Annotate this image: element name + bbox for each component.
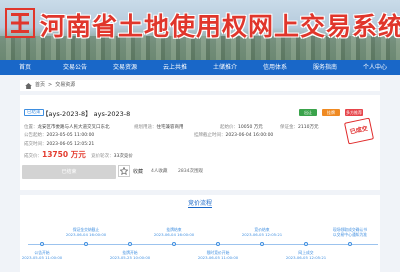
ended-button[interactable]: 已结束 xyxy=(22,165,116,179)
announce-start-field: 公告起始：2023-05-05 11:00:00 xyxy=(24,133,95,138)
process-step: 保证金交纳截止 2023-06-04 16:00:00 xyxy=(64,227,108,237)
site-logo-icon xyxy=(5,8,35,38)
nav-item-cloud-promotion[interactable]: 云上共推 xyxy=(150,60,200,75)
favorite-button[interactable] xyxy=(118,165,130,177)
process-step-dot xyxy=(348,242,352,246)
breadcrumb-separator: > xyxy=(48,82,53,88)
deal-stamp: 已成交 xyxy=(343,117,375,145)
process-step: 现场领取成交确认书 以交易中心通知为准 xyxy=(328,227,372,237)
process-step-dot xyxy=(304,242,308,246)
process-title-underline xyxy=(188,207,212,208)
process-step: 挂牌结束 2023-06-04 16:00:00 xyxy=(152,227,196,237)
listing-end-field: 挂牌截止时间：2023-06-04 16:00:00 xyxy=(194,133,274,138)
nav-item-personal-center[interactable]: 个人中心 xyxy=(350,60,400,75)
process-step-time: 2023-06-05 12:05:21 xyxy=(241,232,283,237)
process-step-time: 2023-05-05 11:00:00 xyxy=(21,255,63,260)
location-field: 位置：龙安区市委路与人民大道交叉口东北 xyxy=(24,125,110,130)
main-nav: 首页 交易公告 交易资源 云上共推 土储推介 信用体系 服务指南 个人中心 xyxy=(0,60,400,75)
process-title: 竞价流程 xyxy=(187,200,212,207)
bidding-process-section: 竞价流程 公告开始 2023-05-05 11:00:00 保证金交纳截止 2023-… xyxy=(20,195,380,272)
deposit-field: 保证金：2110万元 xyxy=(280,125,319,130)
favorites-count: 4人收藏 xyxy=(151,169,168,174)
star-icon xyxy=(120,167,128,175)
badge-recommend: 多方推荐 xyxy=(345,109,363,116)
process-step-dot xyxy=(260,242,264,246)
process-step: 限时竞价开始 2023-06-05 11:00:00 xyxy=(196,250,240,260)
home-icon xyxy=(25,82,32,89)
site-title: 河南省土地使用权网上交易系统 xyxy=(40,12,400,41)
listing-card: 已结束 【ays-2023-8】 ays-2023-8 出让 挂牌 多方推荐 已… xyxy=(20,95,380,190)
starting-price-field: 起始价：10050 万元 xyxy=(220,125,263,130)
nav-item-service-guide[interactable]: 服务指南 xyxy=(300,60,350,75)
nav-item-home[interactable]: 首页 xyxy=(0,60,50,75)
process-step-time: 2023-06-05 12:05:21 xyxy=(285,255,327,260)
process-step: 竞价结束 2023-06-05 12:05:21 xyxy=(240,227,284,237)
breadcrumb-current: 交易资源 xyxy=(55,82,76,88)
nav-item-credit-system[interactable]: 信用体系 xyxy=(250,60,300,75)
breadcrumb: 首页 > 交易资源 xyxy=(20,80,380,91)
status-badge: 已结束 xyxy=(24,109,44,116)
usage-field: 规划用途：住宅兼容商用 xyxy=(134,125,184,130)
badge-transfer: 出让 xyxy=(299,109,317,116)
process-timeline xyxy=(28,244,378,245)
nav-item-announcements[interactable]: 交易公告 xyxy=(50,60,100,75)
process-step-dot xyxy=(216,242,220,246)
favorite-label[interactable]: 收藏 xyxy=(133,168,143,175)
process-step-time: 以交易中心通知为准 xyxy=(332,232,368,237)
process-step-time: 2023-06-04 16:00:00 xyxy=(153,232,195,237)
deal-time-field: 成交时间：2023-06-05 12:05:21 xyxy=(24,142,95,147)
process-step-dot xyxy=(40,242,44,246)
nav-item-resources[interactable]: 交易资源 xyxy=(100,60,150,75)
views-count: 2834次围观 xyxy=(178,169,203,174)
process-step-time: 2023-06-04 16:00:00 xyxy=(65,232,107,237)
breadcrumb-home[interactable]: 首页 xyxy=(35,80,45,91)
process-step-dot xyxy=(84,242,88,246)
deal-price-field: 成交价：13750 万元 竞价轮次：33次竞价 xyxy=(24,150,133,159)
process-step-time: 2023-05-25 10:00:00 xyxy=(109,255,151,260)
process-step: 网上成交 2023-06-05 12:05:21 xyxy=(284,250,328,260)
process-step-dot xyxy=(128,242,132,246)
process-step: 挂牌开始 2023-05-25 10:00:00 xyxy=(108,250,152,260)
site-banner: 河南省土地使用权网上交易系统 xyxy=(0,0,400,60)
process-step: 公告开始 2023-05-05 11:00:00 xyxy=(20,250,64,260)
process-step-dot xyxy=(172,242,176,246)
badge-listing: 挂牌 xyxy=(322,109,340,116)
listing-title: 【ays-2023-8】 ays-2023-8 xyxy=(42,110,131,118)
nav-item-land-reserve[interactable]: 土储推介 xyxy=(200,60,250,75)
process-step-time: 2023-06-05 11:00:00 xyxy=(197,255,239,260)
